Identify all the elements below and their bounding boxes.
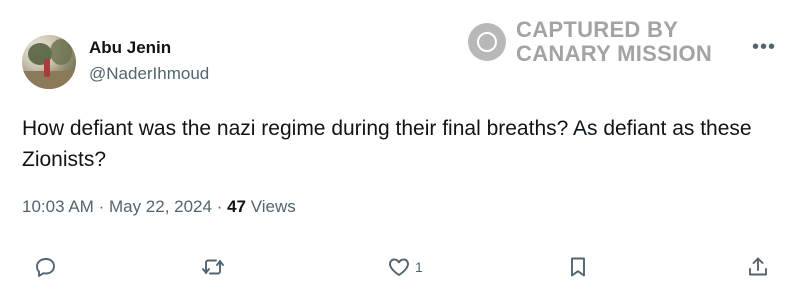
action-bar: 1 [0, 255, 800, 289]
watermark-text: CAPTURED BY CANARY MISSION [516, 18, 712, 66]
avatar-person [44, 59, 50, 77]
like-count: 1 [415, 259, 423, 275]
share-icon [749, 257, 767, 276]
avatar-tree [50, 39, 72, 65]
retweet-icon [202, 259, 224, 275]
views-count: 47 [227, 197, 247, 216]
watermark: CAPTURED BY CANARY MISSION [468, 18, 712, 66]
watermark-line-2: CANARY MISSION [516, 41, 713, 66]
tweet-time[interactable]: 10:03 AM [22, 197, 94, 216]
share-button[interactable] [746, 255, 770, 279]
reply-icon [36, 258, 55, 277]
meta-separator: · [216, 197, 228, 216]
tweet-date[interactable]: May 22, 2024 [109, 197, 212, 216]
retweet-button[interactable] [201, 255, 225, 279]
like-button[interactable]: 1 [387, 255, 423, 279]
tweet-meta: 10:03 AM · May 22, 2024 · 47 Views [22, 197, 296, 217]
author-handle[interactable]: @NaderIhmoud [89, 64, 209, 84]
tweet-text: How defiant was the nazi regime during t… [22, 117, 752, 171]
watermark-seal-icon [468, 23, 506, 61]
views-label: Views [250, 197, 296, 216]
watermark-line-1: CAPTURED BY [516, 17, 679, 42]
author-name[interactable]: Abu Jenin [89, 38, 171, 58]
bookmark-button[interactable] [566, 255, 590, 279]
bookmark-icon [571, 257, 585, 277]
meta-separator: · [98, 197, 109, 216]
avatar[interactable] [22, 35, 76, 89]
reply-button[interactable] [34, 255, 58, 279]
heart-icon [389, 258, 409, 276]
more-options-icon[interactable]: ••• [752, 36, 776, 59]
